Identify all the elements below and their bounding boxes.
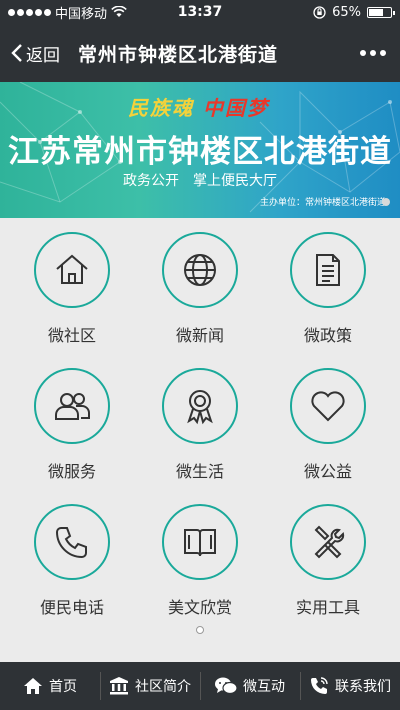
slogan-part-b: 中国梦 xyxy=(202,96,269,120)
banner-indicator xyxy=(382,198,390,206)
back-button[interactable]: 返回 xyxy=(10,41,60,66)
battery-icon xyxy=(367,6,395,18)
tools-icon xyxy=(314,525,345,559)
status-bar: 中国移动 13:37 65% xyxy=(0,0,400,24)
banner-sub-a: 政务公开 xyxy=(123,173,179,189)
menu-label: 微生活 xyxy=(175,462,224,481)
tab-label: 微互动 xyxy=(243,679,285,695)
menu-item-policy[interactable]: 微政策 xyxy=(273,232,383,362)
menu-label: 便民电话 xyxy=(39,598,104,617)
tab-label: 首页 xyxy=(49,679,77,695)
home-icon xyxy=(24,678,42,694)
tab-contact[interactable]: 联系我们 xyxy=(300,662,400,710)
back-label: 返回 xyxy=(26,45,60,66)
signal-icon xyxy=(8,8,51,16)
more-button[interactable] xyxy=(356,44,390,62)
menu-item-reading[interactable]: 美文欣赏 xyxy=(145,504,255,634)
wechat-icon xyxy=(215,677,237,695)
globe-icon xyxy=(184,254,216,286)
phone-call-icon xyxy=(311,677,328,694)
menu-item-tools[interactable]: 实用工具 xyxy=(273,504,383,634)
menu-label: 微公益 xyxy=(303,462,352,481)
tab-label: 社区简介 xyxy=(135,679,191,695)
book-icon xyxy=(184,529,216,557)
menu-item-life[interactable]: 微生活 xyxy=(145,368,255,498)
menu-label: 美文欣赏 xyxy=(167,598,232,617)
page-title: 常州市钟楼区北港街道 xyxy=(78,43,279,66)
menu-item-community[interactable]: 微社区 xyxy=(17,232,127,362)
tab-label: 联系我们 xyxy=(335,679,391,695)
menu-label: 实用工具 xyxy=(295,598,360,617)
menu-item-news[interactable]: 微新闻 xyxy=(145,232,255,362)
phone-icon xyxy=(55,527,87,559)
menu-item-hotline[interactable]: 便民电话 xyxy=(17,504,127,634)
banner-slogan: 民族魂 中国梦 xyxy=(128,92,269,121)
menu-label: 微新闻 xyxy=(175,326,224,345)
chevron-left-icon xyxy=(11,44,22,62)
document-icon xyxy=(316,254,340,286)
banner-subtitle: 政务公开 掌上便民大厅 xyxy=(0,170,400,190)
tab-interact[interactable]: 微互动 xyxy=(200,662,300,710)
people-icon xyxy=(55,393,90,420)
menu-label: 微政策 xyxy=(303,326,352,345)
page-indicator xyxy=(196,626,204,634)
award-icon xyxy=(187,390,213,425)
bottom-tab-bar: 首页 社区简介 微互动 联系我们 xyxy=(0,662,400,710)
banner-title: 江苏常州市钟楼区北港街道 xyxy=(8,134,392,170)
menu-item-services[interactable]: 微服务 xyxy=(17,368,127,498)
home-icon xyxy=(56,254,88,284)
tab-home[interactable]: 首页 xyxy=(0,662,100,710)
menu-label: 微社区 xyxy=(47,326,96,345)
banner-sponsor: 主办单位：常州钟楼区北港街道 xyxy=(259,198,386,208)
top-bar: 中国移动 13:37 65% 返回 常州市钟楼区北港街道 xyxy=(0,0,400,82)
battery-percent: 65% xyxy=(332,4,361,20)
menu-item-charity[interactable]: 微公益 xyxy=(273,368,383,498)
banner-sub-b: 掌上便民大厅 xyxy=(193,173,277,189)
wifi-icon xyxy=(111,6,127,17)
menu-label: 微服务 xyxy=(47,462,96,481)
heart-icon xyxy=(311,391,345,422)
carrier-label: 中国移动 xyxy=(55,6,108,22)
rotation-lock-icon xyxy=(313,5,326,19)
nav-bar: 返回 常州市钟楼区北港街道 xyxy=(0,24,400,82)
tab-intro[interactable]: 社区简介 xyxy=(100,662,200,710)
building-icon xyxy=(110,677,128,695)
slogan-part-a: 民族魂 xyxy=(128,96,194,120)
banner[interactable]: 民族魂 中国梦 江苏常州市钟楼区北港街道 政务公开 掌上便民大厅 主办单位：常州钟… xyxy=(0,82,400,218)
